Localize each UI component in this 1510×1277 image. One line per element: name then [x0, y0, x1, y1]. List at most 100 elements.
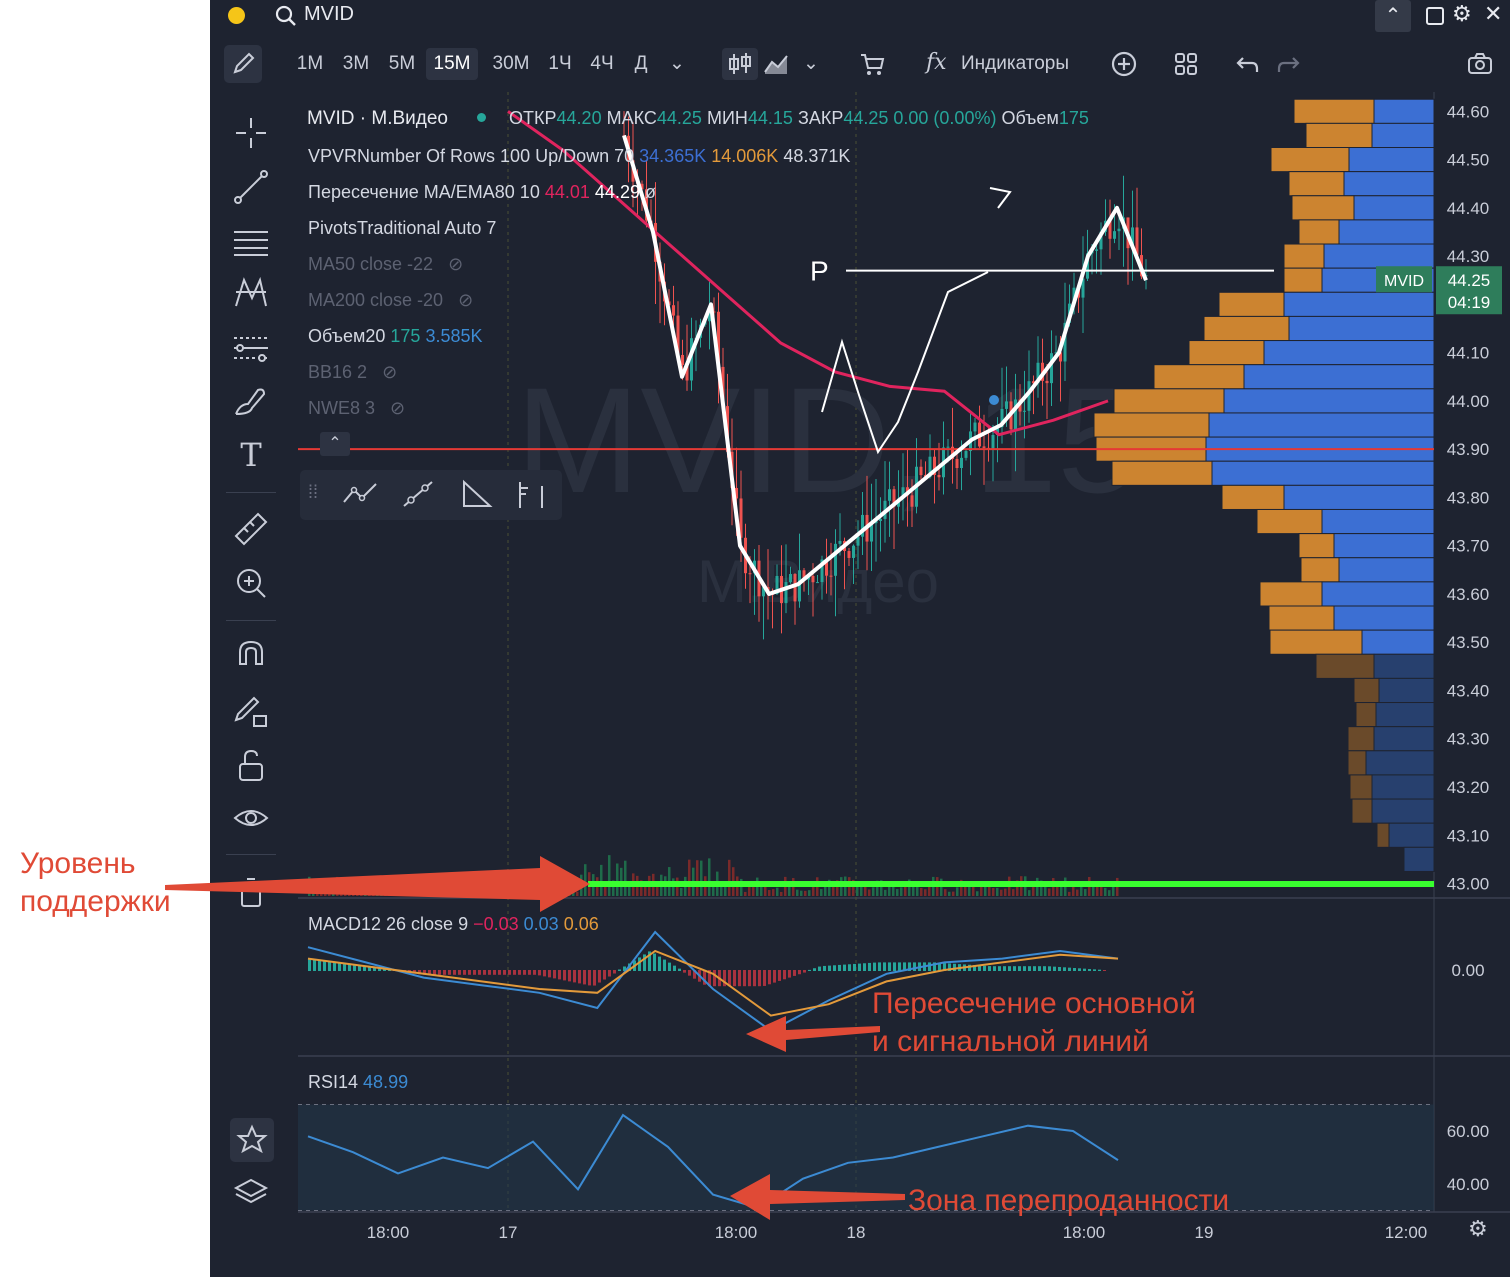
lock-drawing-icon[interactable] [230, 690, 272, 732]
chart-area[interactable]: MVID, 15 М.Видео P MVID 44.25 04:19 44.60 44.… [298, 92, 1510, 1252]
crosshair-icon[interactable] [230, 112, 272, 154]
volume-profile-up-bar [1403, 846, 1435, 872]
magnet-icon[interactable] [230, 636, 272, 678]
volume-bar [568, 887, 571, 896]
legend-ma200-label: MA200 close -20 [308, 290, 444, 310]
macd-histogram-bar [888, 962, 891, 971]
unlock-icon[interactable] [230, 744, 272, 786]
volume-bar [764, 886, 767, 896]
text-icon[interactable]: T [230, 434, 272, 476]
eye-off-icon[interactable]: ⊘ [382, 362, 397, 382]
candles-button[interactable] [722, 48, 758, 80]
collapse-button[interactable]: ⌃ [1375, 0, 1411, 32]
macd-histogram-bar [898, 962, 901, 971]
tf-5m[interactable]: 5М [382, 48, 422, 80]
zoom-in-icon[interactable] [230, 562, 272, 604]
countdown-value: 04:19 [1448, 293, 1491, 312]
volume-profile-up-bar [1223, 388, 1435, 414]
triangle-tool-icon[interactable] [456, 478, 498, 512]
legend-bb[interactable]: BB16 2 ⊘ [308, 362, 397, 383]
polyline-tool-icon[interactable] [340, 478, 382, 512]
legend-macd[interactable]: MACD12 26 close 9 −0.03 0.03 0.06 [308, 914, 599, 935]
tf-d[interactable]: Д [626, 48, 656, 80]
chart-type-chevron-icon[interactable]: ⌄ [798, 48, 824, 80]
volume-bar [536, 876, 539, 896]
volume-profile-down-bar [1256, 508, 1323, 535]
tf-30m[interactable]: 30М [486, 48, 536, 80]
gear-icon[interactable]: ⚙ [1452, 1, 1472, 27]
position-tool-icon[interactable] [510, 478, 552, 512]
macd-histogram-bar [478, 970, 481, 975]
eye-off-icon[interactable]: ⊘ [448, 254, 463, 274]
tf-3m[interactable]: 3М [336, 48, 376, 80]
legend-ma50[interactable]: MA50 close -22 ⊘ [308, 254, 463, 275]
trendline-icon[interactable] [230, 166, 272, 208]
eye-icon[interactable] [230, 798, 272, 840]
layers-icon[interactable] [230, 1172, 272, 1214]
symbol-search-label[interactable]: MVID [304, 3, 354, 26]
macd-histogram-bar [823, 965, 826, 971]
search-icon[interactable] [274, 4, 298, 28]
macd-histogram-bar [1053, 966, 1056, 971]
legend-pivots[interactable]: PivotsTraditional Auto 7 [308, 218, 496, 239]
toolbar-divider [226, 854, 276, 855]
pattern-icon[interactable] [230, 272, 272, 314]
ray-tool-icon[interactable] [398, 478, 440, 512]
volume-profile-up-bar [1208, 412, 1435, 438]
ruler-icon[interactable] [230, 508, 272, 550]
area-chart-icon[interactable] [762, 50, 790, 83]
tf-4h[interactable]: 4Ч [584, 48, 620, 80]
macd-histogram-bar [988, 966, 991, 971]
legend-vol20-v2: 3.585K [425, 326, 483, 346]
fib-levels-icon[interactable] [230, 220, 272, 262]
indicators-button[interactable]: Индикаторы [956, 48, 1074, 80]
volume-bar [532, 889, 535, 896]
candle-body [1117, 228, 1121, 232]
chevron-down-icon[interactable]: ⌄ [664, 48, 690, 80]
layout-grid-icon[interactable] [1172, 50, 1200, 83]
legend-close-label: ЗАКР [797, 108, 844, 128]
legend-vol20[interactable]: Объем20 175 3.585K [308, 326, 483, 347]
eye-off-icon[interactable]: ⊘ [390, 398, 405, 418]
volume-profile-up-bar [1338, 219, 1435, 245]
redo-icon[interactable] [1274, 50, 1302, 83]
tf-1h[interactable]: 1Ч [542, 48, 578, 80]
favorites-button[interactable] [230, 1118, 274, 1162]
camera-icon[interactable] [1466, 50, 1494, 83]
legend-cross[interactable]: Пересечение MA/EMA80 10 44.01 44.29 ø [308, 182, 656, 203]
macd-histogram-bar [498, 970, 501, 975]
volume-bar [468, 879, 471, 896]
legend-ma200[interactable]: MA200 close -20 ⊘ [308, 290, 473, 311]
volume-profile-down-bar [1298, 533, 1335, 559]
close-icon[interactable]: ✕ [1484, 1, 1502, 27]
legend-vpvr-label: VPVRNumber Of Rows 100 Up/Down 70 [308, 146, 635, 166]
tf-1m[interactable]: 1М [290, 48, 330, 80]
tf-15m[interactable]: 15М [426, 48, 478, 80]
drag-handle-icon[interactable]: ⁞⁞ [308, 482, 318, 503]
trash-icon[interactable] [230, 872, 272, 914]
legend-rsi[interactable]: RSI14 48.99 [308, 1072, 408, 1093]
add-circle-icon[interactable] [1110, 50, 1138, 83]
macd-histogram-bar [863, 963, 866, 971]
projection-icon[interactable] [230, 326, 272, 368]
volume-profile-up-bar [1371, 122, 1435, 149]
legend-collapse-button[interactable]: ⌃ [320, 432, 350, 456]
time-tick-label: 18:00 [367, 1223, 410, 1242]
volume-bar [348, 886, 351, 896]
window-icon[interactable] [1426, 7, 1444, 25]
chart-svg[interactable]: MVID, 15М.Видео P MVID 44.2504:1944.6044.… [298, 92, 1510, 1252]
volume-bar [860, 886, 863, 896]
legend-symbol[interactable]: MVID · М.Видео [307, 108, 448, 129]
volume-bar [804, 890, 807, 896]
legend-vpvr[interactable]: VPVRNumber Of Rows 100 Up/Down 70 34.365… [308, 146, 850, 167]
brush-icon[interactable] [230, 380, 272, 422]
eye-off-icon[interactable]: ⊘ [458, 290, 473, 310]
macd-histogram-bar [1043, 966, 1046, 971]
pencil-button[interactable] [224, 45, 262, 83]
legend-nwe[interactable]: NWE8 3 ⊘ [308, 398, 405, 419]
chart-settings-gear-icon[interactable]: ⚙ [1468, 1216, 1488, 1242]
cart-icon[interactable] [858, 50, 886, 83]
volume-bar [1044, 886, 1047, 896]
undo-icon[interactable] [1234, 50, 1262, 83]
macd-histogram-bar [788, 970, 791, 978]
